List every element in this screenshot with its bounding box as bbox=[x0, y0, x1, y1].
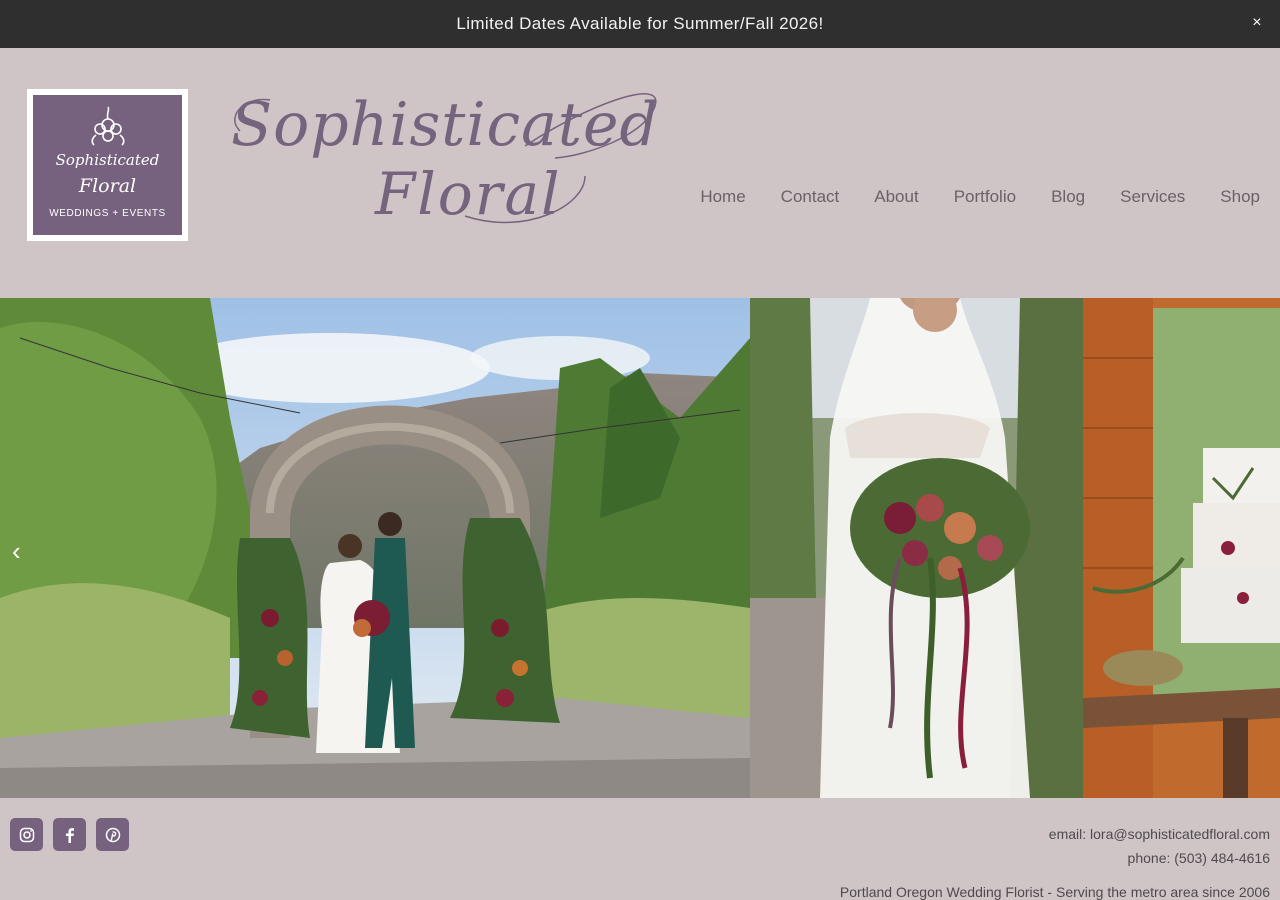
facebook-icon[interactable] bbox=[53, 818, 86, 851]
announcement-bar: Limited Dates Available for Summer/Fall … bbox=[0, 0, 1280, 48]
slide-bridal-bouquet bbox=[750, 298, 1083, 798]
wordmark[interactable]: Sophisticated Floral bbox=[225, 86, 665, 246]
site-header: Sophisticated Floral WEDDINGS + EVENTS S… bbox=[0, 48, 1280, 298]
wordmark-line1: Sophisticated bbox=[231, 90, 659, 160]
email-link[interactable]: email: lora@sophisticatedfloral.com bbox=[1049, 822, 1270, 846]
logo[interactable]: Sophisticated Floral WEDDINGS + EVENTS bbox=[27, 89, 188, 241]
social-links bbox=[10, 818, 129, 851]
nav-contact[interactable]: Contact bbox=[781, 187, 840, 207]
main-nav: Home Contact About Portfolio Blog Servic… bbox=[665, 187, 1260, 207]
nav-services[interactable]: Services bbox=[1120, 187, 1185, 207]
nav-portfolio[interactable]: Portfolio bbox=[954, 187, 1016, 207]
instagram-icon[interactable] bbox=[10, 818, 43, 851]
slide-wedding-arch: ‹ bbox=[0, 298, 750, 798]
wordmark-line2: Floral bbox=[375, 160, 562, 228]
chevron-left-icon[interactable]: ‹ bbox=[12, 536, 21, 567]
phone-link[interactable]: phone: (503) 484-4616 bbox=[1049, 846, 1270, 870]
nav-blog[interactable]: Blog bbox=[1051, 187, 1085, 207]
logo-line1: Sophisticated bbox=[55, 151, 160, 169]
hero-slideshow[interactable]: ‹ bbox=[0, 298, 1280, 798]
slide-wedding-cake bbox=[1083, 298, 1280, 798]
logo-subtitle: WEDDINGS + EVENTS bbox=[49, 208, 166, 219]
flower-icon bbox=[90, 106, 125, 146]
announcement-text: Limited Dates Available for Summer/Fall … bbox=[456, 14, 824, 33]
site-footer: email: lora@sophisticatedfloral.com phon… bbox=[0, 798, 1280, 900]
nav-shop[interactable]: Shop bbox=[1220, 187, 1260, 207]
contact-info: email: lora@sophisticatedfloral.com phon… bbox=[1049, 822, 1270, 870]
footer-tagline: Portland Oregon Wedding Florist - Servin… bbox=[839, 884, 1270, 900]
pinterest-icon[interactable] bbox=[96, 818, 129, 851]
nav-about[interactable]: About bbox=[874, 187, 918, 207]
logo-badge: Sophisticated Floral WEDDINGS + EVENTS bbox=[33, 95, 182, 235]
logo-line2: Floral bbox=[78, 175, 137, 197]
nav-home[interactable]: Home bbox=[700, 187, 745, 207]
close-icon[interactable]: × bbox=[1252, 13, 1262, 33]
